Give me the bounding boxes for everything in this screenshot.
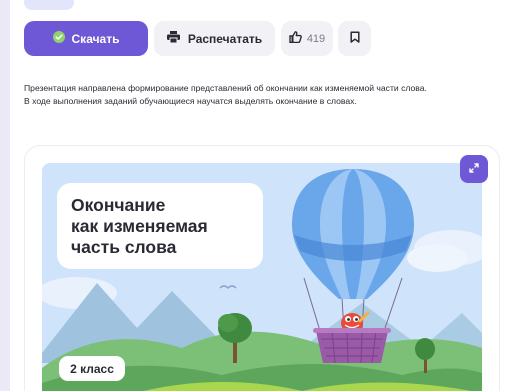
print-button[interactable]: Распечатать	[154, 21, 275, 56]
like-button[interactable]: 419	[281, 21, 333, 56]
bookmark-icon	[349, 31, 360, 46]
description-line: Презентация направлена формирование пред…	[24, 83, 427, 93]
like-count: 419	[306, 32, 326, 45]
slide-title-line: как изменяемая	[71, 216, 208, 236]
download-button-label: Скачать	[71, 31, 120, 46]
material-description: Презентация направлена формирование пред…	[24, 82, 502, 108]
slide-title-line: часть слова	[71, 237, 177, 257]
grade-badge: 2 класс	[59, 356, 125, 381]
thumbs-up-icon	[289, 31, 302, 46]
slide-title-box: Окончание как изменяемая часть слова	[57, 183, 263, 269]
expand-button[interactable]	[460, 155, 488, 183]
printer-icon	[166, 31, 180, 46]
slide-preview[interactable]: Окончание как изменяемая часть слова 2 к…	[42, 163, 482, 391]
check-circle-icon	[52, 31, 65, 46]
download-button[interactable]: Скачать	[24, 21, 148, 56]
slide-title-line: Окончание	[71, 195, 166, 215]
expand-icon	[469, 160, 479, 178]
save-button[interactable]	[338, 21, 371, 56]
description-line: В ходе выполнения заданий обучающиеся на…	[24, 96, 357, 106]
category-tag[interactable]	[24, 0, 74, 10]
print-button-label: Распечатать	[187, 31, 263, 46]
